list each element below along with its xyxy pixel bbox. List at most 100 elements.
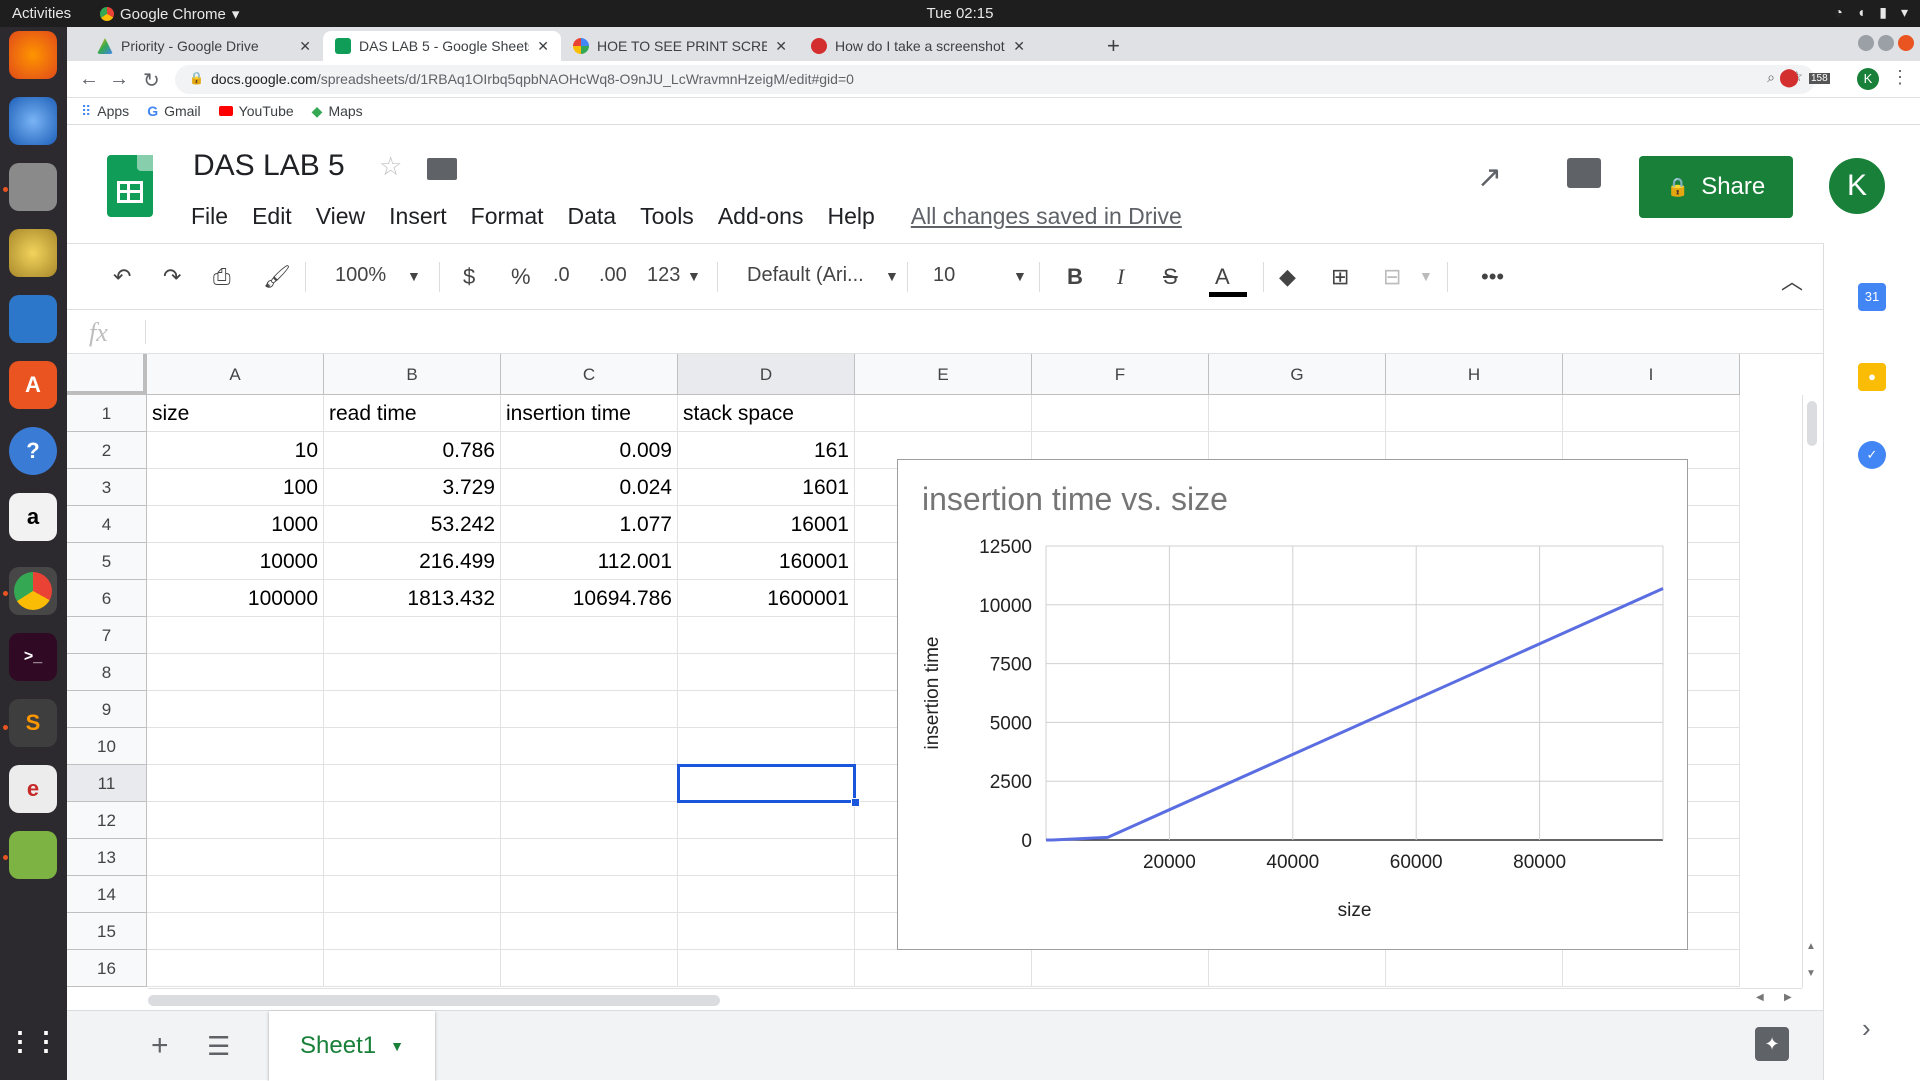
reload-button[interactable]: ↻ [143, 68, 160, 93]
scroll-down-icon[interactable]: ▼ [1806, 968, 1816, 979]
header-cell[interactable]: read time [324, 395, 501, 432]
data-cell[interactable]: 10 [147, 432, 324, 469]
zoom-select[interactable]: 100% [335, 264, 386, 287]
font-family-select[interactable]: Default (Ari... [747, 264, 864, 287]
sheets-logo-icon[interactable] [107, 155, 153, 217]
menu-tools[interactable]: Tools [640, 203, 694, 230]
more-formats-button[interactable]: 123 [647, 264, 680, 287]
thunderbird-icon[interactable] [9, 97, 57, 145]
empty-cell[interactable] [678, 876, 855, 913]
strikethrough-icon[interactable]: S [1163, 264, 1178, 290]
close-icon[interactable]: ✕ [775, 38, 787, 55]
empty-cell[interactable] [147, 950, 324, 987]
empty-cell[interactable] [678, 654, 855, 691]
folder-icon[interactable] [427, 158, 457, 180]
empty-cell[interactable] [501, 691, 678, 728]
empty-cell[interactable] [147, 839, 324, 876]
maximize-button[interactable] [1878, 35, 1894, 51]
bookmark-gmail[interactable]: GGmail [147, 102, 200, 120]
row-header-9[interactable]: 9 [67, 691, 147, 728]
empty-cell[interactable] [324, 691, 501, 728]
close-icon[interactable]: ✕ [1013, 38, 1025, 55]
empty-cell[interactable] [678, 728, 855, 765]
text-color-icon[interactable]: A [1215, 264, 1230, 290]
explore-icon[interactable]: ✦ [1755, 1027, 1789, 1061]
vertical-scroll-thumb[interactable] [1807, 401, 1817, 446]
calendar-icon[interactable]: 31 [1858, 283, 1886, 311]
fill-color-icon[interactable]: ◆ [1279, 264, 1296, 290]
column-header-c[interactable]: C [501, 354, 678, 395]
sublime-icon[interactable]: S [9, 699, 57, 747]
close-icon[interactable]: ✕ [299, 38, 311, 55]
row-header-5[interactable]: 5 [67, 543, 147, 580]
chrome-dock-icon[interactable] [9, 567, 57, 615]
system-tray[interactable]: ◔ ◖ ▮ ▾ [1834, 4, 1908, 21]
scroll-left-icon[interactable]: ◀ [1756, 992, 1764, 1003]
empty-cell[interactable] [501, 839, 678, 876]
empty-cell[interactable] [1386, 395, 1563, 432]
data-cell[interactable]: 1000 [147, 506, 324, 543]
column-header-h[interactable]: H [1386, 354, 1563, 395]
row-header-3[interactable]: 3 [67, 469, 147, 506]
empty-cell[interactable] [324, 617, 501, 654]
all-sheets-menu-icon[interactable]: ☰ [207, 1031, 230, 1062]
column-header-e[interactable]: E [855, 354, 1032, 395]
header-cell[interactable]: size [147, 395, 324, 432]
header-cell[interactable]: stack space [678, 395, 855, 432]
close-icon[interactable]: ✕ [537, 38, 549, 55]
borders-icon[interactable]: ⊞ [1331, 264, 1349, 290]
star-icon[interactable]: ☆ [379, 151, 402, 182]
empty-cell[interactable] [147, 802, 324, 839]
browser-tab[interactable]: How do I take a screenshot ✕ [799, 31, 1037, 61]
font-size-select[interactable]: 10 [933, 264, 955, 287]
data-cell[interactable]: 0.786 [324, 432, 501, 469]
header-cell[interactable]: insertion time [501, 395, 678, 432]
address-bar[interactable]: 🔒 docs.google.com/spreadsheets/d/1RBAq1O… [175, 65, 1815, 94]
software-center-icon[interactable]: A [9, 361, 57, 409]
bookmark-apps[interactable]: ⠿Apps [81, 102, 129, 120]
empty-cell[interactable] [324, 654, 501, 691]
selected-cell[interactable] [677, 764, 856, 803]
decrease-decimal-button[interactable]: .0 [553, 264, 570, 287]
opera-extension-icon[interactable]: ⬤ [1779, 67, 1799, 88]
zoom-icon[interactable]: ⌕ [1767, 69, 1775, 86]
empty-cell[interactable] [1386, 950, 1563, 987]
empty-cell[interactable] [147, 617, 324, 654]
empty-cell[interactable] [678, 617, 855, 654]
empty-cell[interactable] [147, 765, 324, 802]
data-cell[interactable]: 0.024 [501, 469, 678, 506]
menu-edit[interactable]: Edit [252, 203, 292, 230]
data-cell[interactable]: 100000 [147, 580, 324, 617]
tasks-icon[interactable]: ✓ [1858, 441, 1886, 469]
fill-handle[interactable] [851, 798, 860, 807]
empty-cell[interactable] [147, 876, 324, 913]
empty-cell[interactable] [501, 654, 678, 691]
empty-cell[interactable] [501, 802, 678, 839]
chevron-down-icon[interactable]: ▼ [407, 268, 421, 284]
empty-cell[interactable] [1209, 950, 1386, 987]
currency-format-button[interactable]: $ [463, 264, 475, 290]
clock[interactable]: Tue 02:15 [0, 5, 1920, 22]
row-header-11[interactable]: 11 [67, 765, 147, 802]
menu-file[interactable]: File [191, 203, 228, 230]
rhythmbox-icon[interactable] [9, 229, 57, 277]
empty-cell[interactable] [324, 802, 501, 839]
extension-badge[interactable]: 158 [1809, 73, 1830, 84]
add-sheet-button[interactable]: + [151, 1029, 169, 1063]
empty-cell[interactable] [855, 950, 1032, 987]
row-header-1[interactable]: 1 [67, 395, 147, 432]
row-header-8[interactable]: 8 [67, 654, 147, 691]
writer-icon[interactable] [9, 295, 57, 343]
row-header-7[interactable]: 7 [67, 617, 147, 654]
image-viewer-icon[interactable] [9, 831, 57, 879]
empty-cell[interactable] [678, 802, 855, 839]
profile-avatar[interactable]: K [1857, 68, 1879, 90]
empty-cell[interactable] [501, 617, 678, 654]
row-header-13[interactable]: 13 [67, 839, 147, 876]
data-cell[interactable]: 100 [147, 469, 324, 506]
row-header-15[interactable]: 15 [67, 913, 147, 950]
empty-cell[interactable] [855, 395, 1032, 432]
row-header-4[interactable]: 4 [67, 506, 147, 543]
data-cell[interactable]: 10694.786 [501, 580, 678, 617]
browser-tab[interactable]: HOE TO SEE PRINT SCREEN ✕ [561, 31, 799, 61]
